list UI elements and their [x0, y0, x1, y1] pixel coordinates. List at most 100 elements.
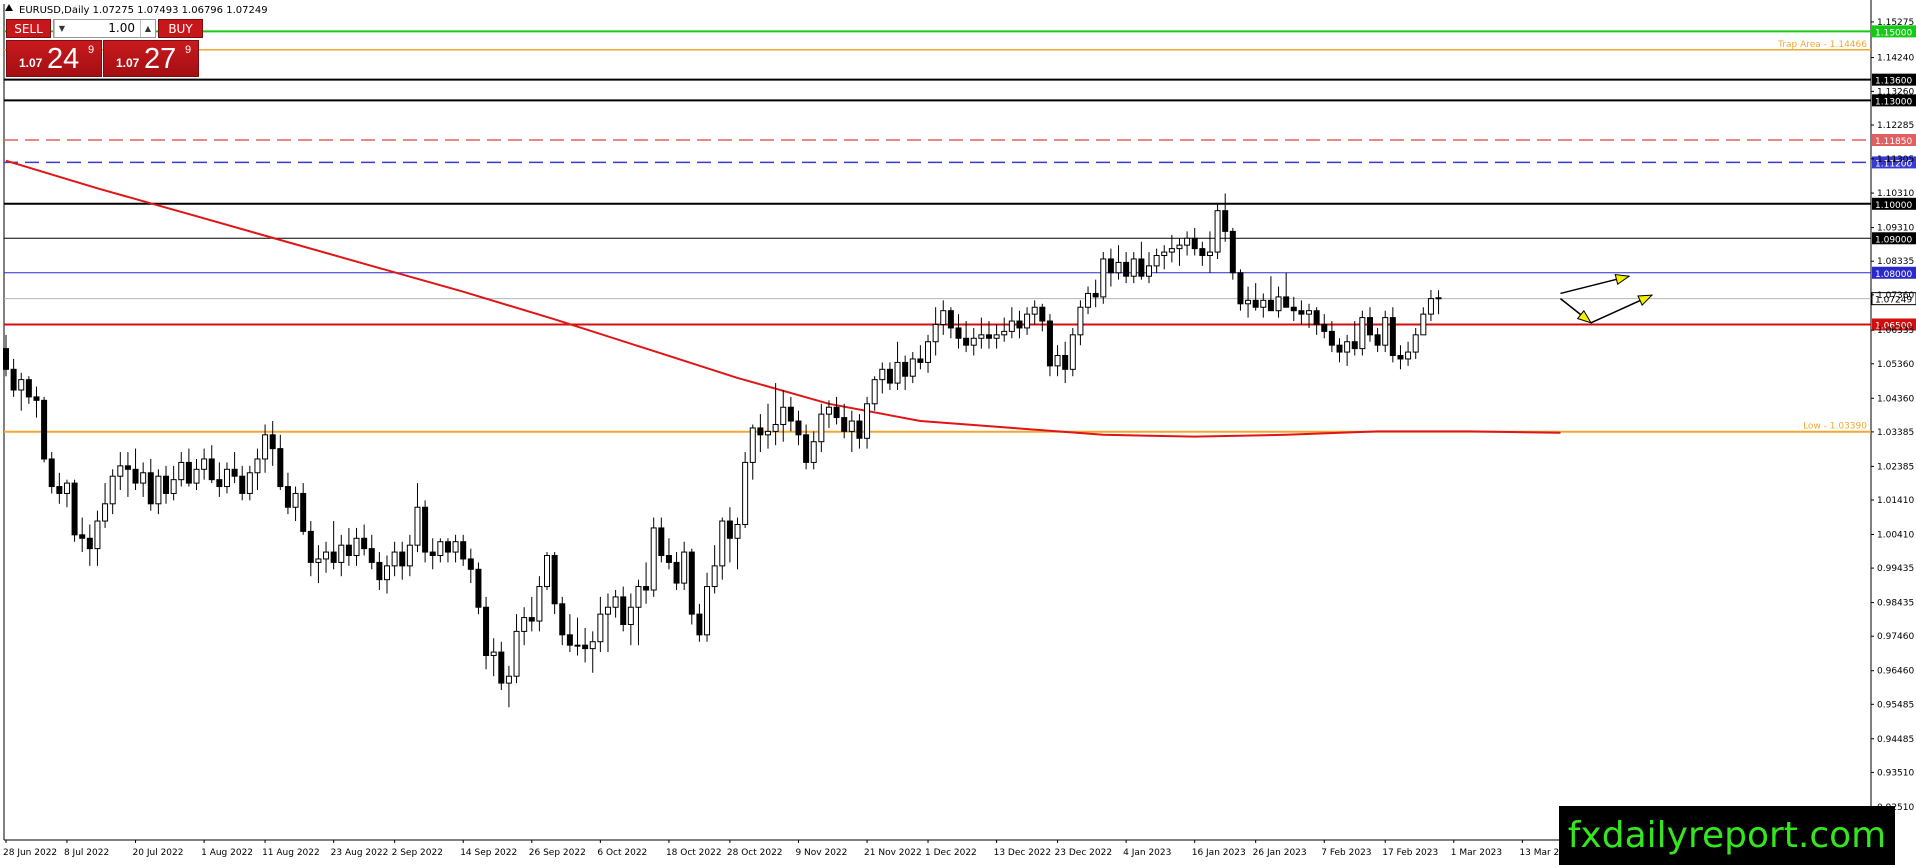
- candle-body: [155, 475, 162, 505]
- level-price-label: 1.10000: [1875, 201, 1912, 211]
- candle-body: [307, 530, 314, 563]
- candle-body: [414, 506, 421, 546]
- decrease-lot-icon[interactable]: ▼: [54, 20, 69, 37]
- candle-body: [795, 420, 802, 436]
- candle-body: [993, 334, 1000, 339]
- candle-body: [345, 544, 352, 557]
- candle-body: [498, 651, 505, 684]
- candle-body: [902, 361, 909, 377]
- time-tick-label: 1 Aug 2022: [201, 848, 253, 858]
- candle-body: [384, 565, 390, 581]
- price-tick-label: 1.14240: [1877, 54, 1914, 64]
- candle-body: [1267, 299, 1274, 312]
- price-tick-label: 0.99435: [1877, 564, 1914, 574]
- candle-body: [894, 361, 901, 384]
- buy-price[interactable]: 1.07 27 9: [103, 40, 199, 77]
- candle-body: [1092, 292, 1099, 298]
- candle-body: [749, 427, 756, 463]
- candle-body: [262, 434, 269, 460]
- candle-body: [1321, 323, 1328, 332]
- candle-body: [833, 406, 840, 419]
- candle-body: [25, 379, 32, 398]
- candle-body: [300, 492, 307, 532]
- candle-body: [1138, 258, 1145, 277]
- lot-size-field[interactable]: ▼ 1.00 ▲: [53, 19, 156, 38]
- candle-body: [1008, 320, 1015, 332]
- candle-body: [193, 468, 200, 484]
- candle-body: [597, 613, 604, 643]
- time-axis: 28 Jun 2022 8 Jul 2022 20 Jul 2022 1 Aug 20…: [3, 840, 1576, 858]
- arrow-head-icon: [1637, 294, 1654, 306]
- candle-body: [688, 551, 695, 615]
- candle-body: [330, 551, 337, 563]
- time-tick-label: 21 Nov 2022: [864, 848, 922, 858]
- candle-body: [673, 561, 680, 584]
- level-price-label: 1.09000: [1875, 235, 1912, 245]
- candle-body: [559, 603, 566, 636]
- increase-lot-icon[interactable]: ▲: [140, 20, 155, 37]
- candle-body: [1168, 248, 1175, 253]
- candle-body: [1069, 334, 1076, 370]
- level-inline-label: Trap Area - 1.14466: [1777, 40, 1867, 50]
- candle-body: [10, 368, 17, 391]
- candle-body: [665, 555, 672, 563]
- candle-body: [521, 617, 528, 632]
- buy-button[interactable]: BUY: [158, 19, 203, 38]
- candle-body: [864, 403, 871, 439]
- candle-body: [985, 334, 992, 339]
- time-tick-label: 6 Oct 2022: [597, 848, 647, 858]
- level-price-label: 1.13600: [1875, 77, 1912, 87]
- candle-body: [765, 430, 771, 436]
- candle-body: [63, 482, 70, 494]
- candle-body: [574, 644, 581, 647]
- candle-body: [635, 586, 642, 608]
- level-price-label: 1.13000: [1875, 97, 1912, 107]
- sell-button[interactable]: SELL: [6, 19, 51, 38]
- candle-body: [719, 520, 726, 567]
- price-chart[interactable]: Trap Area - 1.14466 Low - 1.03390 1.15000…: [0, 0, 1916, 865]
- price-tick-label: 1.12285: [1877, 121, 1914, 131]
- candle-body: [879, 368, 886, 381]
- candle-body: [650, 527, 657, 591]
- candle-body: [627, 606, 634, 625]
- time-tick-label: 28 Jun 2022: [3, 848, 57, 858]
- price-tick-label: 0.95485: [1877, 700, 1914, 710]
- time-tick-label: 13 Dec 2022: [994, 848, 1052, 858]
- candle-body: [544, 555, 551, 588]
- price-tick-label: 1.01410: [1877, 496, 1914, 506]
- candle-body: [1222, 210, 1229, 232]
- candle-body: [886, 368, 893, 384]
- price-tick-label: 1.11305: [1877, 155, 1914, 165]
- candle-body: [178, 461, 185, 481]
- price-tick-label: 0.97460: [1877, 632, 1914, 642]
- candle-body: [231, 468, 238, 477]
- level-price-label: 1.08000: [1875, 270, 1912, 280]
- candle-body: [978, 334, 985, 339]
- candle-body: [734, 523, 741, 539]
- candle-body: [361, 537, 368, 550]
- candle-body: [1024, 313, 1031, 329]
- price-tick-label: 0.94485: [1877, 735, 1914, 745]
- header-triangle-icon: [5, 4, 13, 11]
- candle-body: [589, 641, 596, 650]
- candle-body: [437, 541, 444, 557]
- time-tick-label: 23 Aug 2022: [331, 848, 389, 858]
- candle-body: [444, 541, 451, 553]
- candle-body: [338, 544, 345, 563]
- candle-body: [1283, 296, 1290, 308]
- candle-body: [1016, 320, 1023, 329]
- candle-body: [742, 461, 749, 525]
- candle-body: [787, 406, 794, 422]
- time-tick-label: 11 Aug 2022: [262, 848, 320, 858]
- candle-body: [185, 461, 192, 484]
- candle-body: [604, 606, 611, 615]
- time-tick-label: 18 Oct 2022: [666, 848, 722, 858]
- candle-body: [582, 644, 589, 650]
- candle-body: [399, 551, 406, 567]
- candle-body: [1397, 355, 1404, 360]
- candle-body: [947, 310, 954, 329]
- candle-body: [1046, 320, 1053, 367]
- time-tick-label: 28 Oct 2022: [727, 848, 783, 858]
- sell-price[interactable]: 1.07 24 9: [6, 40, 102, 77]
- candle-body: [1336, 344, 1343, 353]
